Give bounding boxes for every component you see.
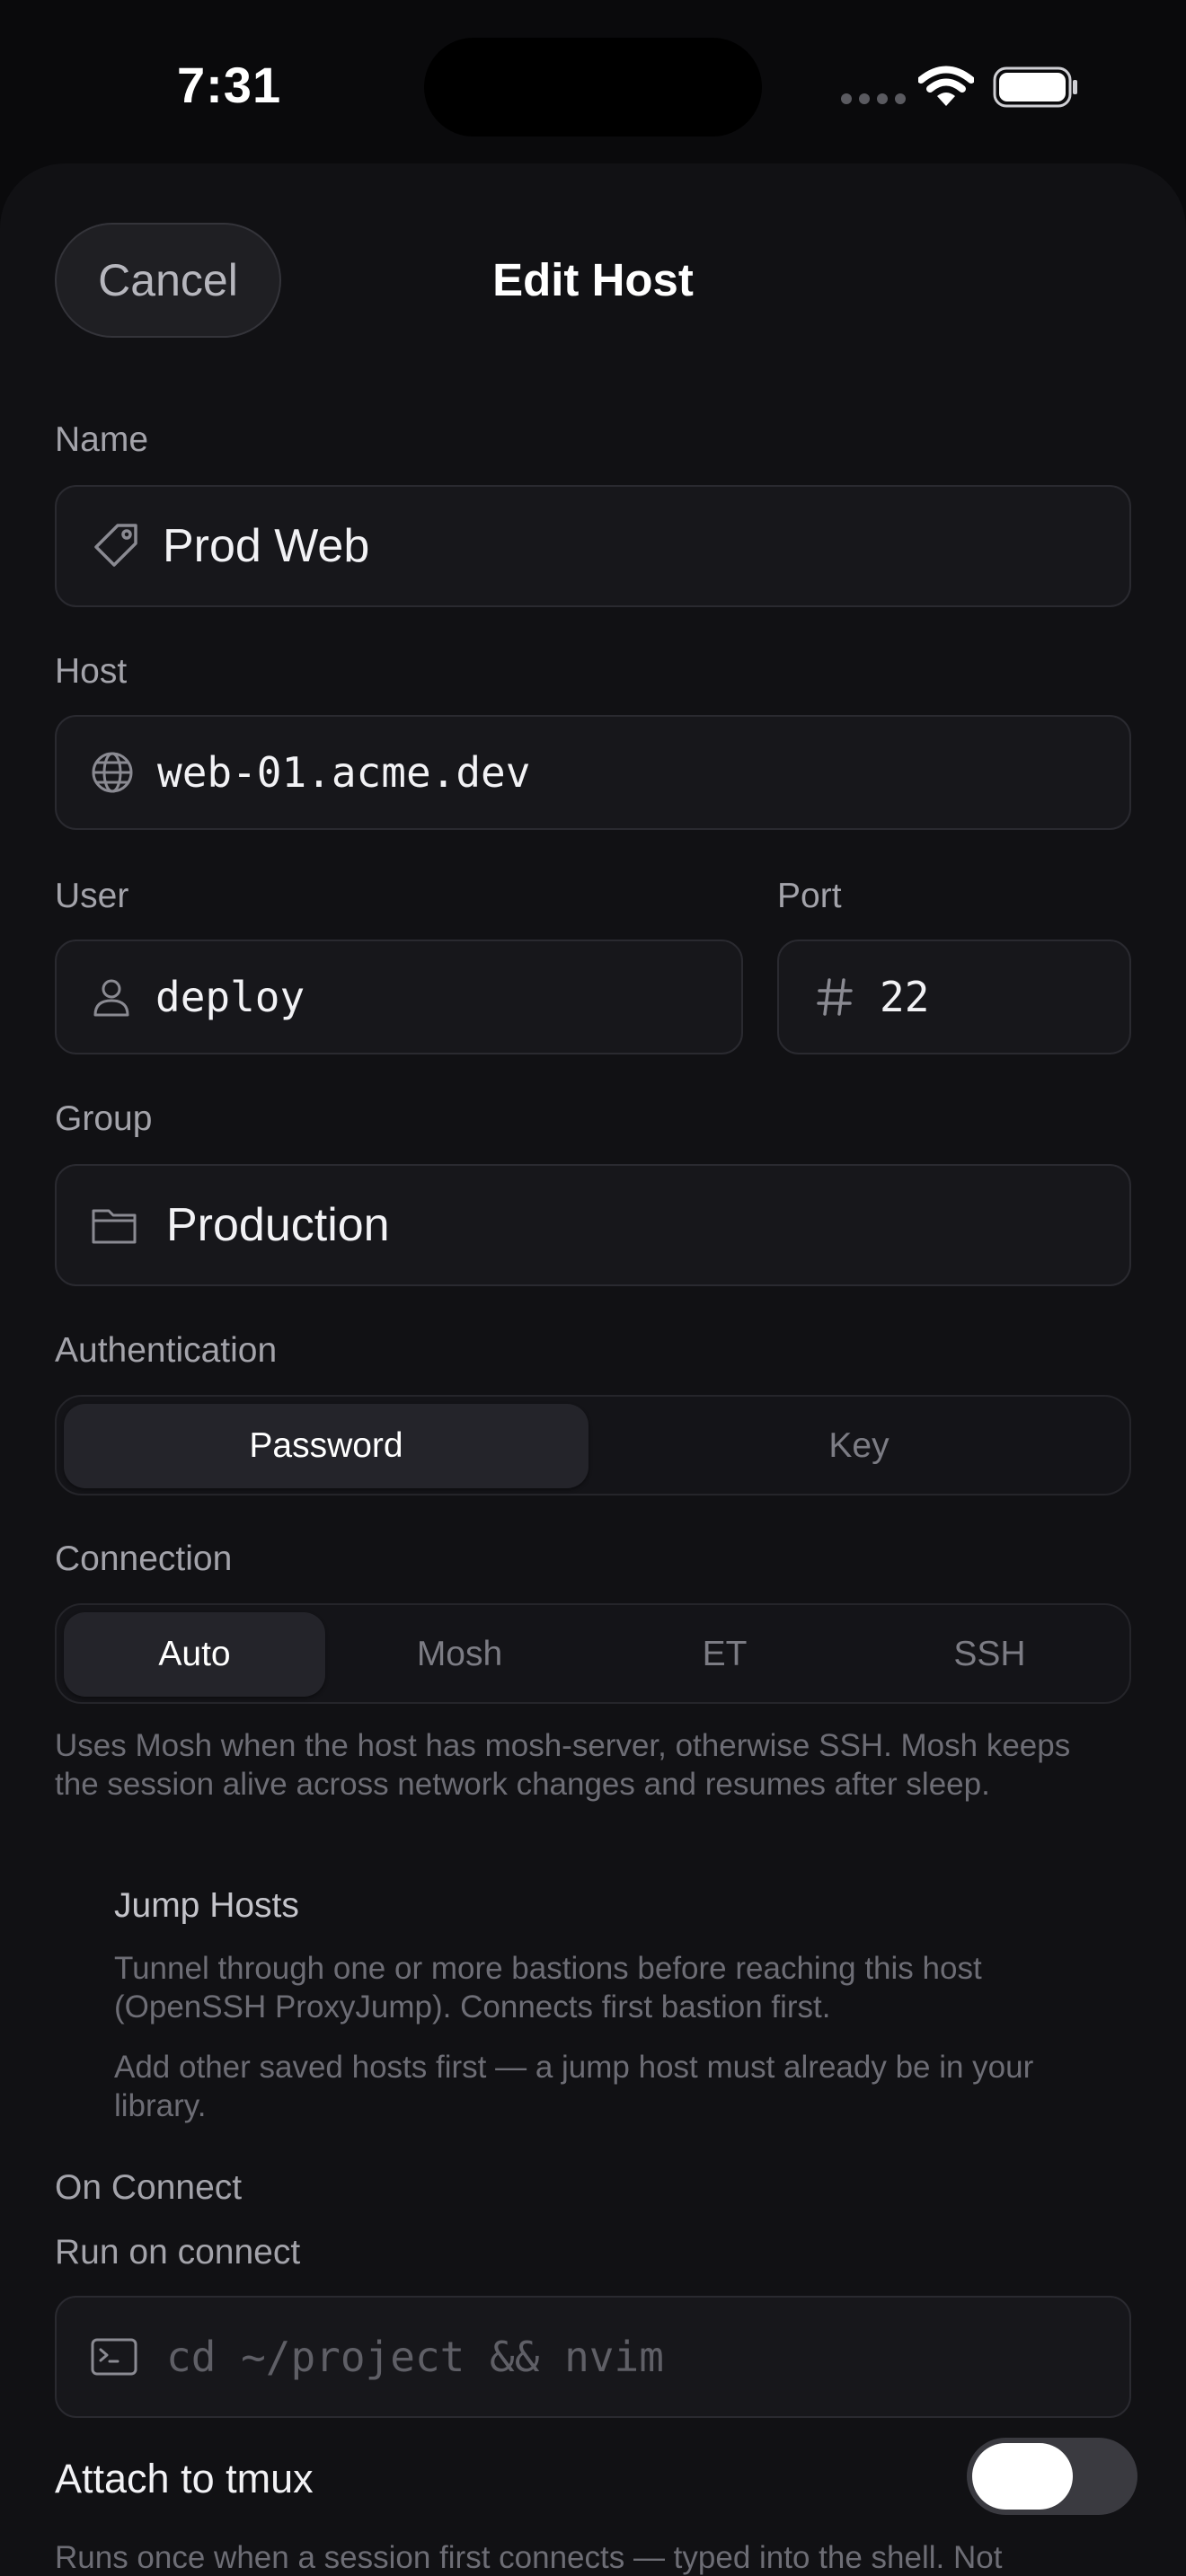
authentication-segmented-control: Password Key (55, 1395, 1131, 1495)
name-label: Name (55, 420, 149, 459)
dynamic-island (424, 38, 762, 137)
connection-segmented-control: Auto Mosh ET SSH (55, 1603, 1131, 1704)
name-value: Prod Web (163, 520, 370, 572)
user-label: User (55, 877, 129, 915)
run-on-connect-label: Run on connect (55, 2233, 301, 2272)
group-value: Production (166, 1199, 390, 1251)
page-title: Edit Host (492, 254, 694, 305)
port-value: 22 (880, 973, 930, 1021)
connection-option-et[interactable]: ET (594, 1612, 855, 1697)
cellular-signal-icon (841, 93, 906, 104)
attach-tmux-toggle[interactable] (967, 2438, 1137, 2515)
battery-icon (993, 66, 1077, 108)
person-icon (93, 979, 129, 1017)
status-time: 7:31 (177, 57, 282, 113)
group-label: Group (55, 1099, 153, 1138)
user-value: deploy (155, 973, 305, 1021)
jump-hosts-empty-note: Add other saved hosts first — a jump hos… (114, 2050, 1034, 2123)
authentication-label: Authentication (55, 1331, 278, 1370)
jump-hosts-title: Jump Hosts (114, 1886, 299, 1925)
status-bar: 7:31 (0, 0, 1186, 171)
connection-label: Connection (55, 1539, 233, 1578)
host-value: web-01.acme.dev (157, 748, 531, 797)
tag-icon (94, 524, 137, 567)
host-field[interactable]: web-01.acme.dev (55, 715, 1131, 830)
group-picker[interactable]: Production (55, 1164, 1131, 1286)
folder-icon (92, 1209, 137, 1244)
auth-option-key[interactable]: Key (596, 1404, 1122, 1488)
on-connect-footer-text: Runs once when a session first connects … (55, 2540, 1003, 2575)
name-field[interactable]: Prod Web (55, 485, 1131, 607)
port-label: Port (777, 877, 842, 915)
port-field[interactable]: 22 (777, 940, 1131, 1054)
toggle-knob (972, 2443, 1073, 2510)
connection-option-auto[interactable]: Auto (64, 1612, 325, 1697)
auth-option-password[interactable]: Password (64, 1404, 589, 1488)
attach-tmux-label: Attach to tmux (55, 2456, 314, 2501)
run-on-connect-input[interactable]: cd ~/project && nvim (55, 2296, 1131, 2418)
globe-icon (92, 752, 133, 793)
connection-option-mosh[interactable]: Mosh (329, 1612, 590, 1697)
user-field[interactable]: deploy (55, 940, 743, 1054)
jump-hosts-description: Tunnel through one or more bastions befo… (114, 1951, 982, 2025)
connection-description: Uses Mosh when the host has mosh-server,… (55, 1728, 1071, 1802)
hashtag-icon (817, 978, 853, 1016)
terminal-icon (91, 2338, 137, 2376)
host-label: Host (55, 652, 128, 691)
on-connect-section-label: On Connect (55, 2168, 243, 2207)
wifi-icon (918, 66, 974, 106)
run-on-connect-placeholder: cd ~/project && nvim (166, 2333, 664, 2381)
connection-option-ssh[interactable]: SSH (859, 1612, 1120, 1697)
